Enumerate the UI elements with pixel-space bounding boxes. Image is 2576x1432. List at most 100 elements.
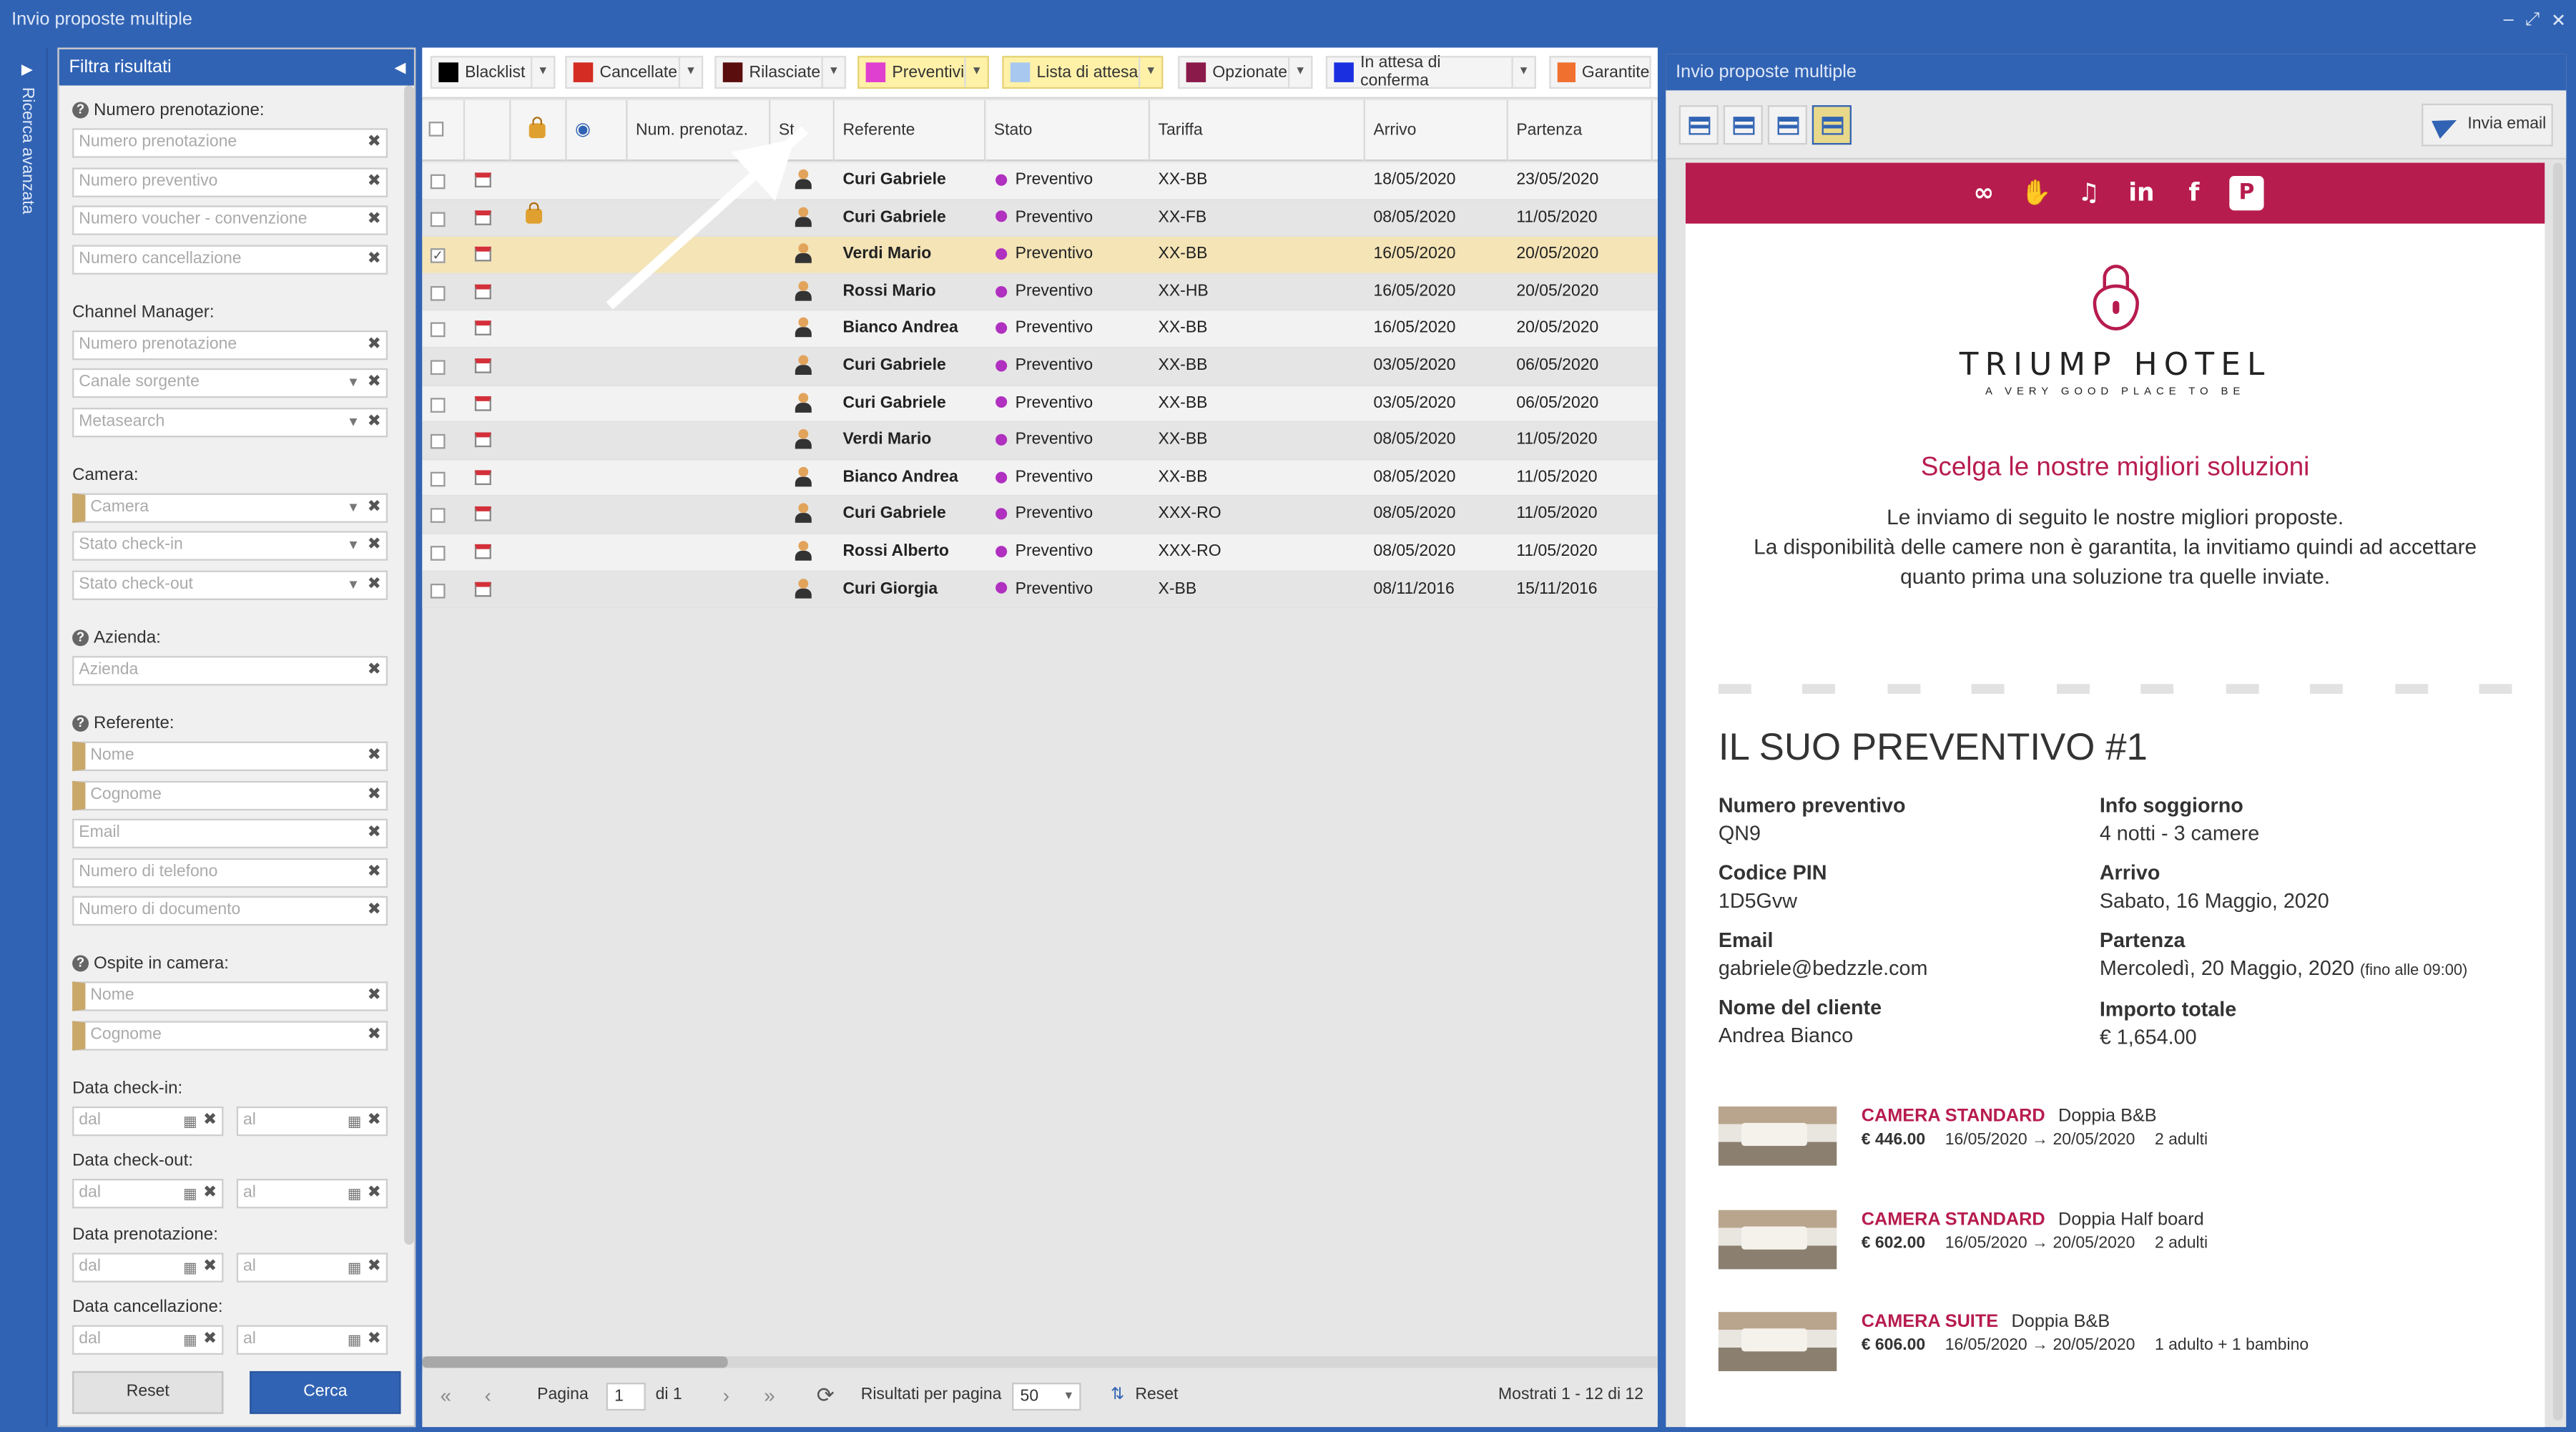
maximize-icon[interactable]: ⤢ bbox=[2525, 9, 2540, 31]
clear-icon[interactable]: ✖ bbox=[368, 409, 381, 436]
table-row[interactable]: Rossi Alberto Preventivo XXX-RO 08/05/2020 1… bbox=[422, 534, 1658, 572]
calendar-icon[interactable]: ▦ bbox=[183, 1180, 197, 1207]
filter-toggle-in-attesa-di-conferma[interactable]: In attesa di conferma ▼ bbox=[1325, 54, 1536, 90]
clear-icon[interactable]: ✖ bbox=[368, 247, 381, 273]
tripadvisor-icon[interactable]: ∞ bbox=[1967, 176, 2001, 210]
checkout-from-input[interactable]: dal ▦ ✖ bbox=[72, 1179, 224, 1209]
preview-scrollbar[interactable] bbox=[2552, 162, 2563, 1421]
checkin-status-select[interactable]: Stato check-in ▼ ✖ bbox=[72, 531, 388, 561]
help-icon[interactable]: ? bbox=[72, 629, 89, 647]
clear-icon[interactable]: ✖ bbox=[368, 533, 381, 559]
chevron-down-icon[interactable]: ▼ bbox=[821, 57, 845, 87]
col-tariffa[interactable]: Tariffa bbox=[1150, 100, 1365, 162]
table-row[interactable]: Verdi Mario Preventivo XX-BB 08/05/2020 11/0… bbox=[422, 423, 1658, 461]
room-select[interactable]: Camera ▼ ✖ bbox=[72, 493, 388, 523]
linkedin-icon[interactable]: in bbox=[2124, 176, 2158, 210]
row-checkbox[interactable] bbox=[430, 397, 446, 412]
clear-icon[interactable]: ✖ bbox=[203, 1108, 217, 1134]
layout-4-button[interactable] bbox=[1811, 105, 1852, 145]
col-arrivo[interactable]: Arrivo bbox=[1365, 100, 1508, 162]
close-icon[interactable]: ✕ bbox=[2551, 9, 2566, 31]
filter-toggle-blacklist[interactable]: Blacklist ▼ bbox=[430, 56, 556, 89]
company-input[interactable]: Azienda ✖ bbox=[72, 656, 388, 686]
scrollbar-thumb[interactable] bbox=[422, 1356, 728, 1368]
layout-1-button[interactable] bbox=[1678, 105, 1719, 145]
clear-icon[interactable]: ✖ bbox=[368, 783, 381, 809]
chevron-down-icon[interactable]: ▼ bbox=[964, 57, 987, 87]
minimize-icon[interactable]: ‒ bbox=[2504, 10, 2514, 30]
col-stato[interactable]: Stato bbox=[985, 100, 1151, 162]
row-checkbox[interactable] bbox=[430, 434, 446, 449]
clear-icon[interactable]: ✖ bbox=[368, 984, 381, 1010]
filter-toggle-opzionate[interactable]: Opzionate ▼ bbox=[1178, 56, 1313, 89]
horizontal-scrollbar[interactable] bbox=[422, 1356, 1658, 1368]
last-page-icon[interactable]: » bbox=[764, 1373, 775, 1418]
checkout-status-select[interactable]: Stato check-out ▼ ✖ bbox=[72, 570, 388, 600]
calendar-icon[interactable]: ▦ bbox=[348, 1108, 362, 1134]
table-row[interactable]: Bianco Andrea Preventivo XX-BB 16/05/2020 20… bbox=[422, 311, 1658, 349]
chevron-down-icon[interactable]: ▼ bbox=[1511, 57, 1534, 87]
metasearch-select[interactable]: Metasearch ▼ ✖ bbox=[72, 408, 388, 438]
checkin-to-input[interactable]: al ▦ ✖ bbox=[236, 1106, 388, 1137]
eye-column-header[interactable]: ◉ bbox=[567, 100, 628, 162]
expand-arrow-icon[interactable]: ▶ bbox=[21, 61, 33, 79]
prev-page-icon[interactable]: ‹ bbox=[485, 1373, 491, 1418]
chevron-down-icon[interactable]: ▼ bbox=[1063, 1384, 1074, 1408]
contact-document-input[interactable]: Numero di documento ✖ bbox=[72, 896, 388, 926]
help-icon[interactable]: ? bbox=[72, 715, 89, 732]
next-page-icon[interactable]: › bbox=[723, 1373, 729, 1418]
first-page-icon[interactable]: « bbox=[441, 1373, 451, 1418]
clear-icon[interactable]: ✖ bbox=[368, 370, 381, 396]
row-checkbox[interactable] bbox=[430, 471, 446, 486]
select-all-header[interactable] bbox=[422, 100, 466, 162]
clear-icon[interactable]: ✖ bbox=[368, 898, 381, 924]
calendar-icon[interactable]: ▦ bbox=[183, 1255, 197, 1281]
pinterest-icon[interactable]: P bbox=[2229, 175, 2264, 211]
clear-icon[interactable]: ✖ bbox=[368, 743, 381, 770]
help-icon[interactable]: ? bbox=[72, 102, 89, 119]
col-referente[interactable]: Referente bbox=[835, 100, 986, 162]
chevron-down-icon[interactable]: ▼ bbox=[678, 57, 702, 87]
quote-number-input[interactable]: Numero preventivo ✖ bbox=[72, 167, 388, 197]
grid-reset-button[interactable]: Reset bbox=[1135, 1373, 1178, 1418]
facebook-icon[interactable]: f bbox=[2177, 176, 2211, 210]
filter-toggle-preventivi[interactable]: Preventivi ▼ bbox=[857, 56, 989, 89]
per-page-select[interactable]: 50 ▼ bbox=[1012, 1383, 1081, 1411]
guest-first-name-input[interactable]: Nome ✖ bbox=[72, 981, 388, 1011]
cm-booking-number-input[interactable]: Numero prenotazione ✖ bbox=[72, 330, 388, 361]
booking-to-input[interactable]: al ▦ ✖ bbox=[236, 1252, 388, 1283]
calendar-icon[interactable]: ▦ bbox=[348, 1180, 362, 1207]
filter-toggle-cancellate[interactable]: Cancellate ▼ bbox=[565, 56, 704, 89]
clear-icon[interactable]: ✖ bbox=[203, 1255, 217, 1281]
chevron-down-icon[interactable]: ▼ bbox=[347, 409, 360, 436]
chevron-down-icon[interactable]: ▼ bbox=[347, 370, 360, 396]
table-row[interactable]: Curi Gabriele Preventivo XXX-RO 08/05/2020 1… bbox=[422, 496, 1658, 534]
clear-icon[interactable]: ✖ bbox=[368, 1327, 381, 1353]
row-checkbox[interactable] bbox=[430, 285, 446, 301]
row-checkbox[interactable] bbox=[430, 323, 446, 338]
contact-last-name-input[interactable]: Cognome ✖ bbox=[72, 780, 388, 811]
clear-icon[interactable]: ✖ bbox=[368, 1180, 381, 1207]
row-checkbox[interactable] bbox=[430, 545, 446, 561]
thumbs-up-icon[interactable]: ✋ bbox=[2019, 176, 2053, 210]
help-icon[interactable]: ? bbox=[72, 955, 89, 972]
lock-column-header[interactable] bbox=[511, 100, 567, 162]
table-row[interactable]: Curi Gabriele Preventivo XX-FB 08/05/2020 11… bbox=[422, 200, 1658, 237]
clear-icon[interactable]: ✖ bbox=[368, 495, 381, 521]
table-row[interactable]: ✓ Verdi Mario Preventivo XX-BB 16/05/2020 20/… bbox=[422, 237, 1658, 275]
chevron-down-icon[interactable]: ▼ bbox=[347, 572, 360, 599]
sort-reset-icon[interactable]: ⇅ bbox=[1111, 1373, 1124, 1418]
layout-3-button[interactable] bbox=[1767, 105, 1807, 145]
chevron-down-icon[interactable]: ▼ bbox=[347, 533, 360, 559]
clear-icon[interactable]: ✖ bbox=[368, 820, 381, 847]
row-checkbox[interactable] bbox=[430, 211, 446, 227]
clear-icon[interactable]: ✖ bbox=[368, 1255, 381, 1281]
row-checkbox[interactable] bbox=[430, 174, 446, 190]
checkout-to-input[interactable]: al ▦ ✖ bbox=[236, 1179, 388, 1209]
calendar-icon[interactable]: ▦ bbox=[348, 1255, 362, 1281]
clear-icon[interactable]: ✖ bbox=[368, 657, 381, 684]
cancellation-to-input[interactable]: al ▦ ✖ bbox=[236, 1325, 388, 1355]
clear-icon[interactable]: ✖ bbox=[368, 170, 381, 196]
contact-first-name-input[interactable]: Nome ✖ bbox=[72, 741, 388, 771]
twitter-icon[interactable]: ♫ bbox=[2072, 176, 2106, 210]
